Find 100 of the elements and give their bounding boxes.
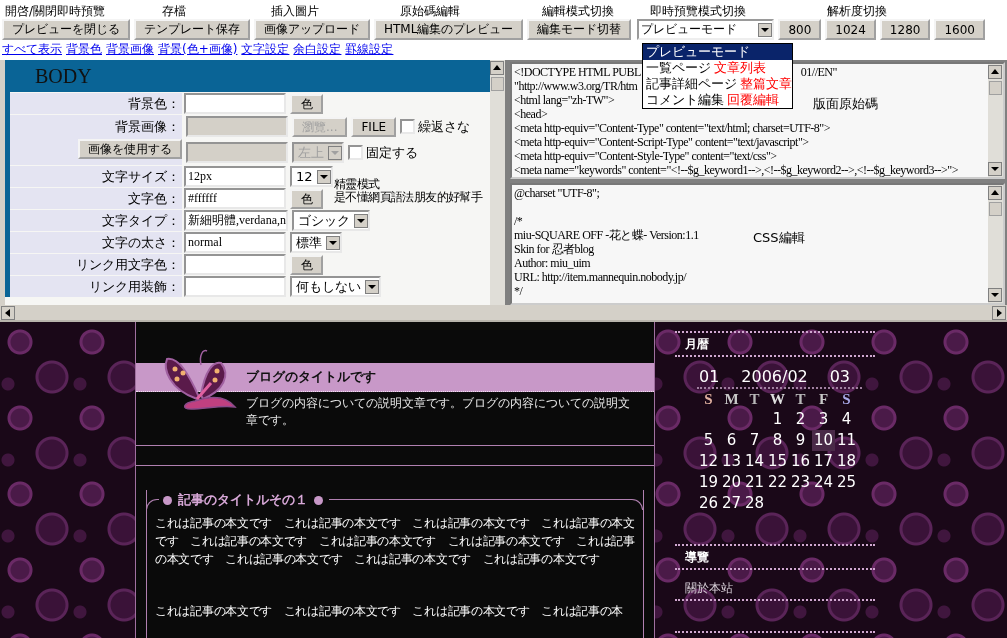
weekday-label: W bbox=[769, 390, 786, 409]
title-dot-icon bbox=[314, 495, 323, 505]
input-field[interactable] bbox=[184, 254, 286, 275]
toolbar-button[interactable]: 800 bbox=[778, 19, 822, 40]
toolbar-button[interactable]: 1280 bbox=[879, 19, 931, 40]
dropdown-select[interactable]: 何もしない bbox=[290, 276, 381, 297]
scroll-down-icon[interactable] bbox=[988, 162, 1002, 176]
input-field[interactable]: 12px bbox=[184, 166, 286, 187]
weekday-label: T bbox=[794, 390, 807, 409]
section-link[interactable]: 背景(色+画像) bbox=[158, 41, 238, 58]
sidebar-link[interactable]: 關於本站 bbox=[675, 570, 875, 601]
calendar-day[interactable]: 3 bbox=[812, 409, 835, 430]
form-label: 文字色： bbox=[10, 188, 182, 209]
calendar-day[interactable]: 10 bbox=[812, 430, 835, 451]
calendar-day[interactable]: 18 bbox=[835, 451, 858, 472]
calendar-day[interactable]: 22 bbox=[766, 472, 789, 493]
css-source-editor[interactable]: @charset "UTF-8"; /* miu-SQUARE OFF -花と蝶- Version:1.1 Skin for 忍者blog Author: miu_uim URL: http://item.mannequin.nobody.jp/ */ CSS編輯 bbox=[510, 183, 1005, 305]
checkbox[interactable] bbox=[348, 145, 363, 160]
vertical-scrollbar[interactable] bbox=[988, 185, 1003, 303]
file-button[interactable]: FILE bbox=[351, 116, 397, 137]
vertical-scrollbar[interactable] bbox=[490, 60, 505, 305]
dropdown-option[interactable]: プレビューモード bbox=[643, 44, 793, 60]
dropdown-select[interactable]: ゴシック bbox=[292, 210, 370, 231]
code-line: /* bbox=[514, 214, 523, 228]
prev-month-link[interactable]: 01 bbox=[699, 367, 720, 387]
calendar-day[interactable]: 5 bbox=[697, 430, 720, 451]
use-image-button[interactable]: 画像を使用する bbox=[78, 139, 182, 159]
calendar-day[interactable]: 4 bbox=[835, 409, 858, 430]
toolbar-button[interactable]: 1600 bbox=[934, 19, 985, 40]
section-link[interactable]: 罫線設定 bbox=[345, 41, 394, 58]
title-dot-icon bbox=[163, 495, 172, 505]
toolbar-button[interactable]: HTML編集のプレビュー bbox=[374, 19, 524, 40]
calendar-day[interactable]: 27 bbox=[720, 493, 743, 514]
calendar-day[interactable]: 21 bbox=[743, 472, 766, 493]
scroll-up-icon[interactable] bbox=[490, 61, 504, 75]
calendar-day[interactable]: 12 bbox=[697, 451, 720, 472]
calendar-day[interactable]: 15 bbox=[766, 451, 789, 472]
code-line: "http://www.w3.org/TR/htm bbox=[514, 79, 638, 93]
input-field[interactable]: #ffffff bbox=[184, 188, 286, 209]
calendar-day[interactable]: 28 bbox=[743, 493, 766, 514]
color-picker-button[interactable]: 色 bbox=[290, 93, 323, 114]
calendar-day[interactable]: 6 bbox=[720, 430, 743, 451]
calendar-day[interactable]: 16 bbox=[789, 451, 812, 472]
weekday-label: S bbox=[703, 390, 714, 409]
code-line: 01//EN" bbox=[800, 65, 837, 79]
dropdown-option[interactable]: 一覧ページ bbox=[643, 60, 715, 76]
calendar-day[interactable]: 9 bbox=[789, 430, 812, 451]
form-label: 背景画像： bbox=[115, 118, 181, 136]
calendar-day[interactable]: 2 bbox=[789, 409, 812, 430]
annotation-note: 文章列表 bbox=[714, 60, 767, 76]
calendar-day[interactable]: 14 bbox=[743, 451, 766, 472]
scroll-left-icon[interactable] bbox=[1, 305, 15, 320]
scroll-right-icon[interactable] bbox=[992, 305, 1006, 320]
code-line: <meta http-equiv="Content-Type" content="text/html; charset=UTF-8"> bbox=[514, 121, 831, 135]
next-month-link[interactable]: 03 bbox=[829, 367, 850, 387]
scroll-thumb[interactable] bbox=[989, 202, 1002, 216]
toolbar-button[interactable]: 1024 bbox=[825, 19, 876, 40]
toolbar-button[interactable]: 編集モード切替 bbox=[527, 19, 632, 40]
weekday-label: S bbox=[841, 390, 852, 409]
calendar-day[interactable]: 23 bbox=[789, 472, 812, 493]
color-picker-button[interactable]: 色 bbox=[290, 188, 323, 209]
calendar-day[interactable]: 26 bbox=[697, 493, 720, 514]
article-title: 記事のタイトルその１ bbox=[178, 491, 308, 509]
calendar-day[interactable]: 20 bbox=[720, 472, 743, 493]
input-field[interactable] bbox=[184, 93, 286, 114]
toolbar-button[interactable]: 画像アップロード bbox=[254, 19, 370, 40]
scroll-up-icon[interactable] bbox=[988, 186, 1002, 200]
dropdown-option[interactable]: 記事詳細ページ bbox=[643, 76, 741, 92]
calendar-day[interactable]: 24 bbox=[812, 472, 835, 493]
calendar-day[interactable]: 13 bbox=[720, 451, 743, 472]
section-link[interactable]: 背景色 bbox=[66, 41, 102, 58]
preview-mode-select[interactable]: プレビューモード bbox=[637, 19, 775, 40]
vertical-scrollbar[interactable] bbox=[988, 64, 1003, 177]
scroll-thumb[interactable] bbox=[989, 81, 1002, 95]
horizontal-scrollbar[interactable] bbox=[0, 305, 1007, 320]
scroll-up-icon[interactable] bbox=[988, 65, 1002, 79]
calendar-day[interactable]: 1 bbox=[766, 409, 789, 430]
toolbar-button[interactable]: プレビューを閉じる bbox=[2, 19, 130, 40]
calendar-day[interactable]: 11 bbox=[835, 430, 858, 451]
scroll-down-icon[interactable] bbox=[988, 288, 1002, 302]
dropdown-option[interactable]: コメント編集 bbox=[643, 92, 728, 108]
input-field[interactable]: 新細明體,verdana,n bbox=[184, 210, 288, 231]
dropdown-select[interactable]: 標準 bbox=[290, 232, 342, 253]
color-picker-button[interactable]: 色 bbox=[290, 254, 323, 275]
checkbox[interactable] bbox=[400, 119, 416, 134]
section-link[interactable]: 余白設定 bbox=[293, 41, 342, 58]
annotation-label: 解析度切換 bbox=[826, 3, 889, 19]
input-field[interactable] bbox=[184, 276, 286, 297]
section-link[interactable]: 文字設定 bbox=[241, 41, 290, 58]
dropdown-select[interactable]: 12 bbox=[290, 166, 333, 187]
scroll-thumb[interactable] bbox=[491, 77, 504, 91]
toolbar-button[interactable]: テンプレート保存 bbox=[134, 19, 250, 40]
section-link[interactable]: 背景画像 bbox=[106, 41, 154, 58]
calendar-day[interactable]: 25 bbox=[835, 472, 858, 493]
calendar-day[interactable]: 8 bbox=[766, 430, 789, 451]
section-link[interactable]: すべて表示 bbox=[2, 41, 62, 58]
calendar-day[interactable]: 7 bbox=[743, 430, 766, 451]
calendar-day[interactable]: 17 bbox=[812, 451, 835, 472]
input-field[interactable]: normal bbox=[184, 232, 286, 253]
calendar-day[interactable]: 19 bbox=[697, 472, 720, 493]
